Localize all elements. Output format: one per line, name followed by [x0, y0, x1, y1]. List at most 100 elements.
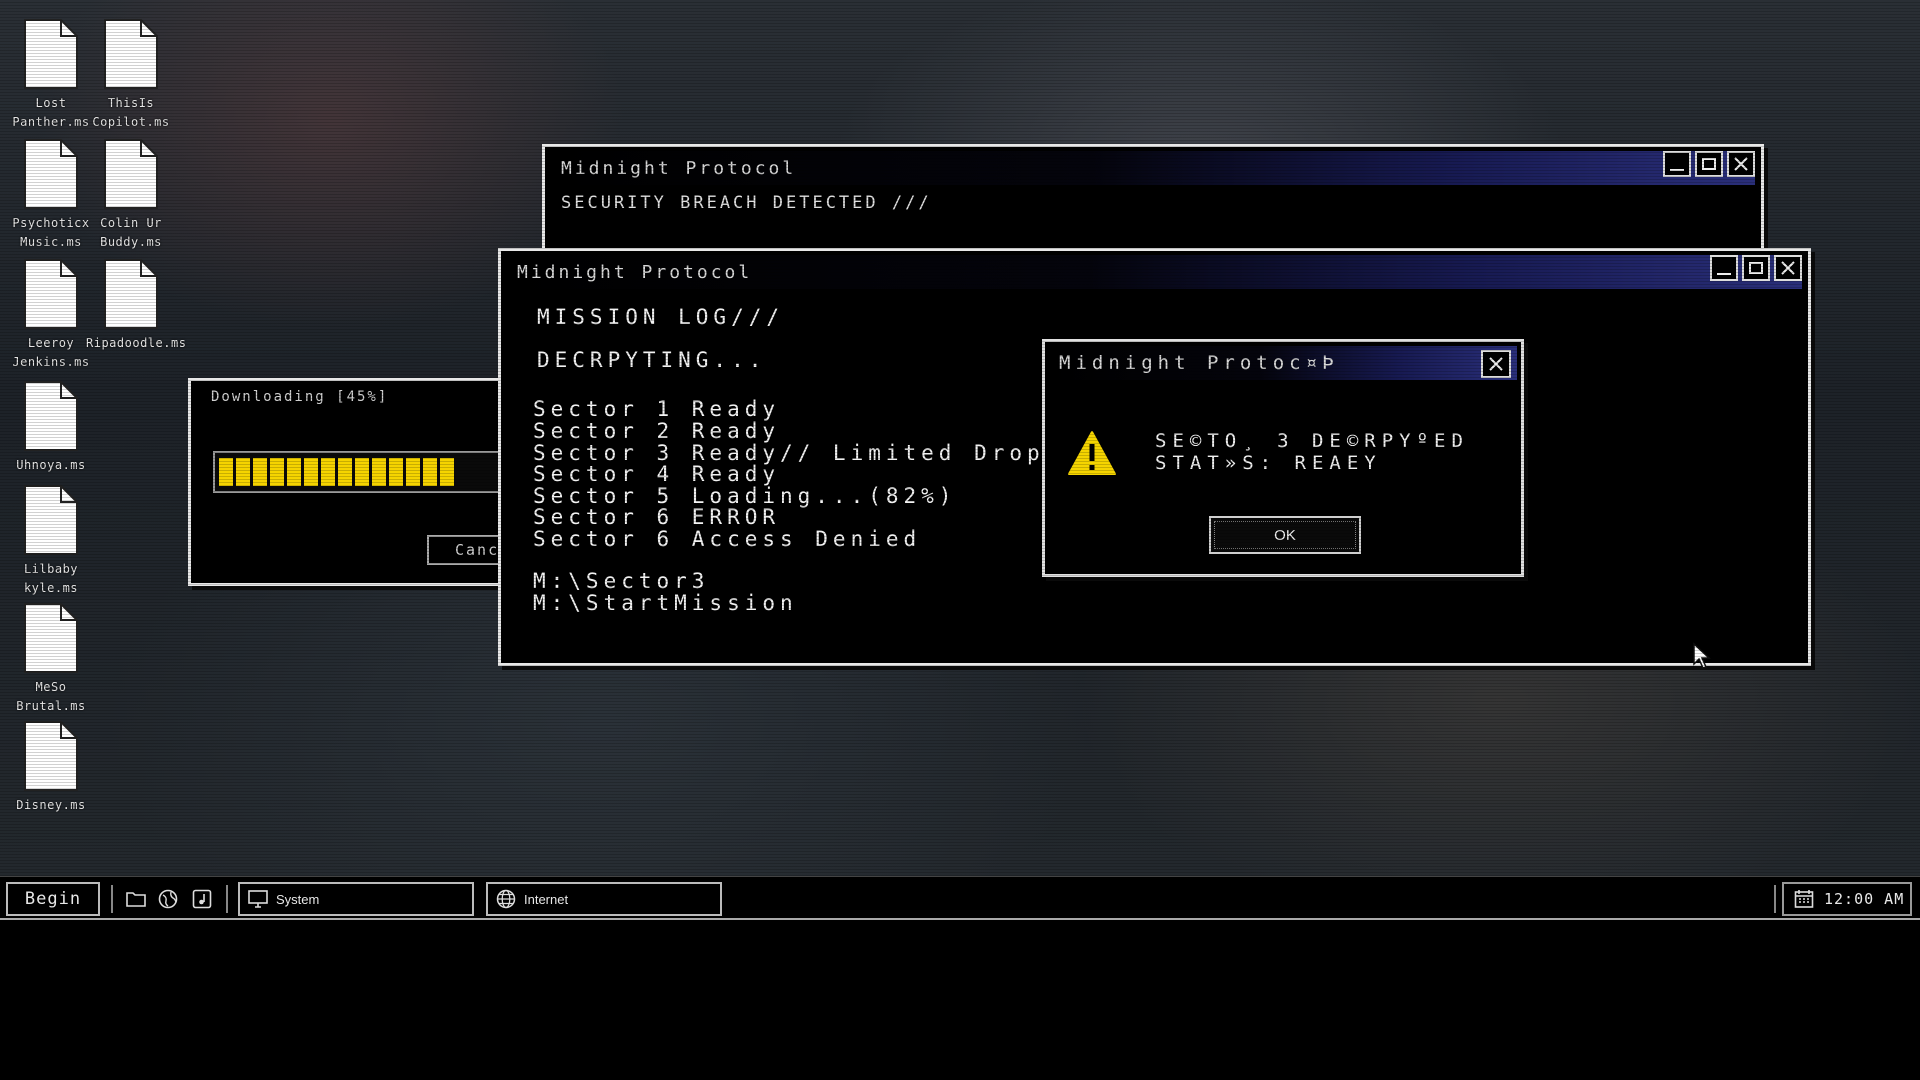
document-icon — [23, 484, 79, 556]
folder-icon[interactable] — [124, 887, 148, 911]
log-line: Sector 6 Access Denied — [533, 527, 922, 551]
minimize-icon — [1717, 273, 1731, 275]
desktop: Lost Panther.ms ThisIs Copilot.ms Psycho… — [0, 0, 1920, 876]
document-icon — [23, 18, 79, 90]
document-icon — [23, 602, 79, 674]
desktop-icon-label: MeSo Brutal.ms — [16, 680, 86, 713]
progress-segment — [321, 458, 335, 486]
taskbar-item-internet[interactable]: Internet — [486, 882, 722, 916]
desktop-icon-label: Psychoticx Music.ms — [12, 216, 90, 249]
minimize-button[interactable] — [1663, 151, 1691, 177]
window-download[interactable]: Downloading [45%] Cance — [188, 378, 517, 586]
close-icon — [1489, 357, 1503, 371]
progress-segment — [219, 458, 233, 486]
document-icon — [23, 720, 79, 792]
window-title: Midnight Protocol — [561, 157, 797, 179]
desktop-icon-ripadoodle[interactable]: Ripadoodle.ms — [86, 258, 187, 353]
desktop-icon-leeroy-jenkins[interactable]: Leeroy Jenkins.ms — [6, 258, 96, 372]
taskbar-item-label: Internet — [524, 891, 569, 907]
taskbar-item-label: System — [276, 891, 320, 907]
desktop-icon-lilbaby-kyle[interactable]: Lilbaby kyle.ms — [6, 484, 96, 598]
music-icon[interactable] — [190, 887, 214, 911]
document-icon — [23, 138, 79, 210]
dialog-message: SE©TO¸ 3 DE©RPYºED STAT»S: REAEY — [1155, 430, 1469, 474]
window-title: Midnight Protocol — [517, 261, 753, 283]
desktop-icon-meso-brutal[interactable]: MeSo Brutal.ms — [6, 602, 96, 716]
desktop-icon-thisis-copilot[interactable]: ThisIs Copilot.ms — [86, 18, 176, 132]
document-icon — [23, 258, 79, 330]
progress-segment — [287, 458, 301, 486]
progress-segment — [406, 458, 420, 486]
taskbar-divider — [111, 885, 113, 913]
progress-segment — [389, 458, 403, 486]
dialog-message-line: STAT»S: REAEY — [1155, 452, 1382, 474]
start-button[interactable]: Begin — [6, 882, 100, 916]
desktop-icon-label: Lilbaby kyle.ms — [23, 562, 79, 595]
ok-button[interactable]: OK — [1209, 516, 1361, 554]
log-line: Sector 4 Ready — [533, 462, 781, 486]
window-titlebar[interactable]: Midnight Protocol — [507, 255, 1802, 289]
progress-segment — [355, 458, 369, 486]
desktop-icon-disney[interactable]: Disney.ms — [6, 720, 96, 815]
desktop-icon-label: Leeroy Jenkins.ms — [12, 336, 90, 369]
monitor-icon — [248, 890, 268, 908]
download-progress-bar — [213, 451, 513, 493]
dialog-message-line: SE©TO¸ 3 DE©RPYºED — [1155, 430, 1469, 452]
alert-dialog[interactable]: Midnight Protoc¤Þ SE©TO¸ 3 DE©RPYºED STA… — [1042, 339, 1524, 577]
progress-segment — [253, 458, 267, 486]
desktop-icon-psychoticx-music[interactable]: Psychoticx Music.ms — [6, 138, 96, 252]
taskbar-divider — [1774, 885, 1776, 913]
document-icon — [103, 258, 159, 330]
taskbar-divider — [226, 885, 228, 913]
progress-segment — [440, 458, 454, 486]
letterbox-area — [0, 920, 1920, 1080]
log-line: Sector 6 ERROR — [533, 505, 781, 529]
desktop-icon-label: ThisIs Copilot.ms — [92, 96, 170, 129]
warning-icon — [1068, 431, 1116, 475]
system-clock[interactable]: 12:00 AM — [1782, 882, 1912, 916]
taskbar-item-system[interactable]: System — [238, 882, 474, 916]
close-button[interactable] — [1481, 350, 1511, 378]
minimize-button[interactable] — [1710, 255, 1738, 281]
command-line: M:\StartMission — [533, 591, 798, 615]
progress-segment — [236, 458, 250, 486]
maximize-button[interactable] — [1742, 255, 1770, 281]
taskbar: Begin System Internet 12:00 AM — [0, 876, 1920, 920]
close-button[interactable] — [1774, 255, 1802, 281]
desktop-icon-uhnoya[interactable]: Uhnoya.ms — [6, 380, 96, 475]
document-icon — [103, 138, 159, 210]
globe-icon[interactable] — [156, 887, 180, 911]
document-icon — [23, 380, 79, 452]
window-security-breach[interactable]: Midnight Protocol SECURITY BREACH DETECT… — [542, 144, 1764, 254]
log-status: DECRPYTING... — [537, 348, 767, 372]
dialog-title: Midnight Protoc¤Þ — [1059, 352, 1339, 374]
progress-segment — [372, 458, 386, 486]
document-icon — [103, 18, 159, 90]
log-heading: MISSION LOG/// — [537, 305, 785, 329]
desktop-icon-label: Lost Panther.ms — [12, 96, 90, 129]
dialog-titlebar[interactable]: Midnight Protoc¤Þ — [1049, 346, 1517, 380]
progress-segment — [423, 458, 437, 486]
window-body-text: SECURITY BREACH DETECTED /// — [561, 193, 932, 213]
maximize-icon — [1702, 158, 1716, 170]
minimize-icon — [1670, 169, 1684, 171]
mouse-cursor-icon — [1693, 642, 1711, 669]
desktop-icon-lost-panther[interactable]: Lost Panther.ms — [6, 18, 96, 132]
log-line: Sector 1 Ready — [533, 397, 781, 421]
close-button[interactable] — [1727, 151, 1755, 177]
maximize-button[interactable] — [1695, 151, 1723, 177]
calendar-icon — [1794, 890, 1814, 908]
clock-time: 12:00 AM — [1824, 890, 1905, 908]
progress-segment — [270, 458, 284, 486]
desktop-icon-label: Disney.ms — [16, 798, 86, 812]
progress-segment — [304, 458, 318, 486]
close-icon — [1734, 157, 1748, 171]
window-titlebar[interactable]: Midnight Protocol — [551, 151, 1755, 185]
log-line: Sector 2 Ready — [533, 419, 781, 443]
desktop-icon-label: Ripadoodle.ms — [86, 336, 187, 350]
globe-icon — [496, 889, 516, 909]
desktop-icon-label: Uhnoya.ms — [16, 458, 86, 472]
command-line: M:\Sector3 — [533, 569, 710, 593]
download-title: Downloading [45%] — [211, 389, 389, 405]
desktop-icon-colin-ur-buddy[interactable]: Colin Ur Buddy.ms — [86, 138, 176, 252]
